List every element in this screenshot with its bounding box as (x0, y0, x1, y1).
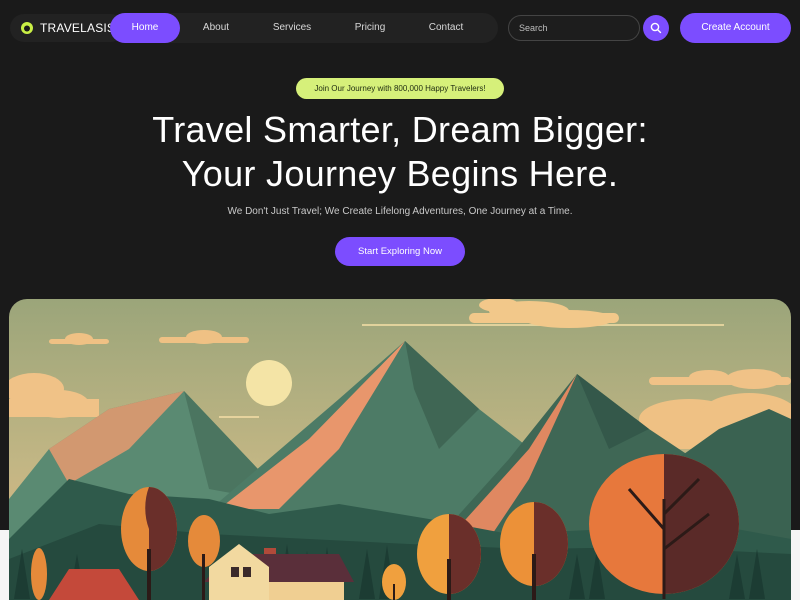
hero-subtitle: We Don't Just Travel; We Create Lifelong… (227, 206, 573, 217)
nav-link-contact[interactable]: Contact (408, 13, 484, 43)
create-account-button[interactable]: Create Account (680, 13, 791, 43)
nav-links: Home About Services Pricing Contact (110, 13, 498, 43)
brand-name: TRAVELASIS (40, 21, 116, 35)
brand-logo[interactable]: TRAVELASIS (10, 14, 126, 42)
search-icon (650, 22, 662, 34)
search-input[interactable] (508, 15, 640, 41)
landscape-svg (9, 299, 791, 600)
travelers-badge: Join Our Journey with 800,000 Happy Trav… (296, 78, 504, 99)
search-button[interactable] (643, 15, 669, 41)
nav-link-home[interactable]: Home (110, 13, 180, 43)
hero-landscape-illustration (9, 299, 791, 600)
nav-link-about[interactable]: About (180, 13, 252, 43)
top-navigation: TRAVELASIS Home About Services Pricing C… (0, 0, 800, 56)
tree (382, 564, 406, 600)
tree (31, 548, 47, 600)
nav-link-services[interactable]: Services (252, 13, 332, 43)
page-edge-left (0, 530, 9, 600)
start-exploring-button[interactable]: Start Exploring Now (335, 237, 465, 266)
nav-link-pricing[interactable]: Pricing (332, 13, 408, 43)
brand-logo-icon (21, 22, 33, 34)
page-edge-right (791, 530, 800, 600)
hero-headline-line-1: Travel Smarter, Dream Bigger: (152, 109, 648, 150)
sun (246, 360, 292, 406)
hero-headline: Travel Smarter, Dream Bigger: Your Journ… (0, 108, 800, 196)
hero-headline-line-2: Your Journey Begins Here. (181, 153, 619, 194)
